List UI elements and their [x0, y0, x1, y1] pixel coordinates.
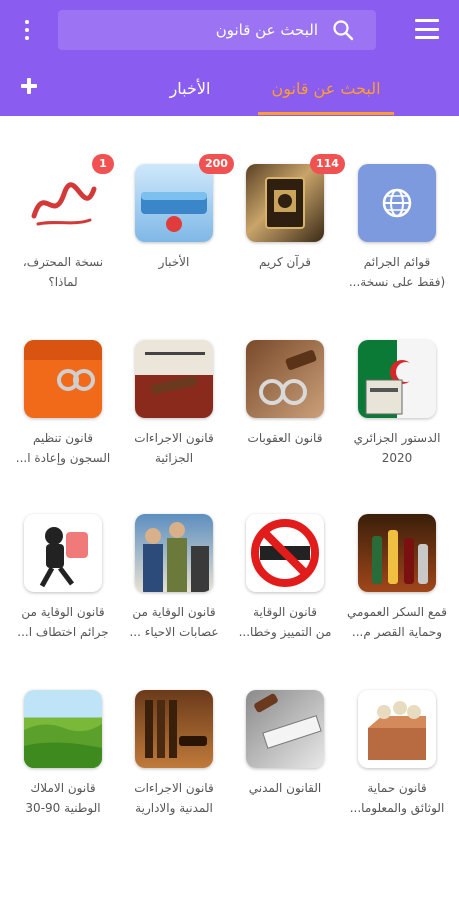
bottles-image: [358, 514, 436, 592]
item-title: قانون الاجراءات الجزائية: [134, 431, 214, 465]
search-placeholder: البحث عن قانون: [215, 21, 318, 39]
item-title: قانون العقوبات: [247, 431, 323, 445]
hamburger-menu-icon[interactable]: [415, 19, 439, 39]
item-title: قانون الوقاية من التمييز وخطا...: [238, 605, 332, 639]
top-bar: البحث عن قانون: [0, 0, 459, 60]
civil-law-image: [246, 690, 324, 768]
tab-news[interactable]: الأخبار: [140, 60, 240, 116]
welcome-calligraphy-image: [24, 164, 102, 242]
active-tab-indicator: [258, 112, 394, 115]
item-title: قوائم الجرائم (فقط على نسخة...: [348, 255, 446, 289]
item-title: قانون الوقاية من جرائم اختطاف ا...: [17, 605, 109, 639]
item-title: قانون الوقاية من عصابات الاحياء ...: [129, 605, 219, 639]
police-image: [135, 514, 213, 592]
quran-book-image: [246, 164, 324, 242]
kidnapper-image: [24, 514, 102, 592]
item-title: الأخبار: [158, 255, 190, 269]
overflow-menu-icon[interactable]: [10, 14, 44, 46]
tab-law-search[interactable]: البحث عن قانون: [258, 60, 394, 116]
item-title: القانون المدني: [248, 781, 322, 795]
item-title: قمع السكر العمومي وحماية القصر م...: [347, 605, 447, 639]
count-badge: 1: [92, 154, 114, 174]
item-title: قانون تنظيم السجون وإعادة ا...: [15, 431, 111, 465]
landscape-image: [24, 690, 102, 768]
search-icon[interactable]: [332, 19, 354, 41]
search-input[interactable]: البحث عن قانون: [58, 10, 376, 50]
handcuffs-gavel-image: [246, 340, 324, 418]
item-title: قانون حماية الوثائق والمعلوما...: [349, 781, 445, 815]
constitution-flag-image: [358, 340, 436, 418]
prisoner-image: [24, 340, 102, 418]
archive-box-image: [358, 690, 436, 768]
item-title: قرآن كريم: [259, 255, 311, 269]
item-title: الدستور الجزائري 2020: [353, 431, 441, 465]
item-title: قانون الاجراءات المدنية والادارية: [134, 781, 214, 815]
app-bar: البحث عن قانون الأخبار البحث عن قانون: [0, 0, 459, 116]
globe-icon: [358, 164, 436, 242]
tab-bar: الأخبار البحث عن قانون: [0, 60, 459, 116]
news-logo-image: [135, 164, 213, 242]
item-title: نسخة المحترف، لماذا؟: [22, 255, 104, 289]
item-title: قانون الاملاك الوطنية 90-30: [25, 781, 101, 815]
gavel-books-image: [135, 690, 213, 768]
criminal-procedure-image: [135, 340, 213, 418]
add-icon[interactable]: [16, 73, 42, 99]
count-badge: 114: [310, 154, 345, 174]
count-badge: 200: [199, 154, 234, 174]
no-racism-sign-image: [246, 514, 324, 592]
